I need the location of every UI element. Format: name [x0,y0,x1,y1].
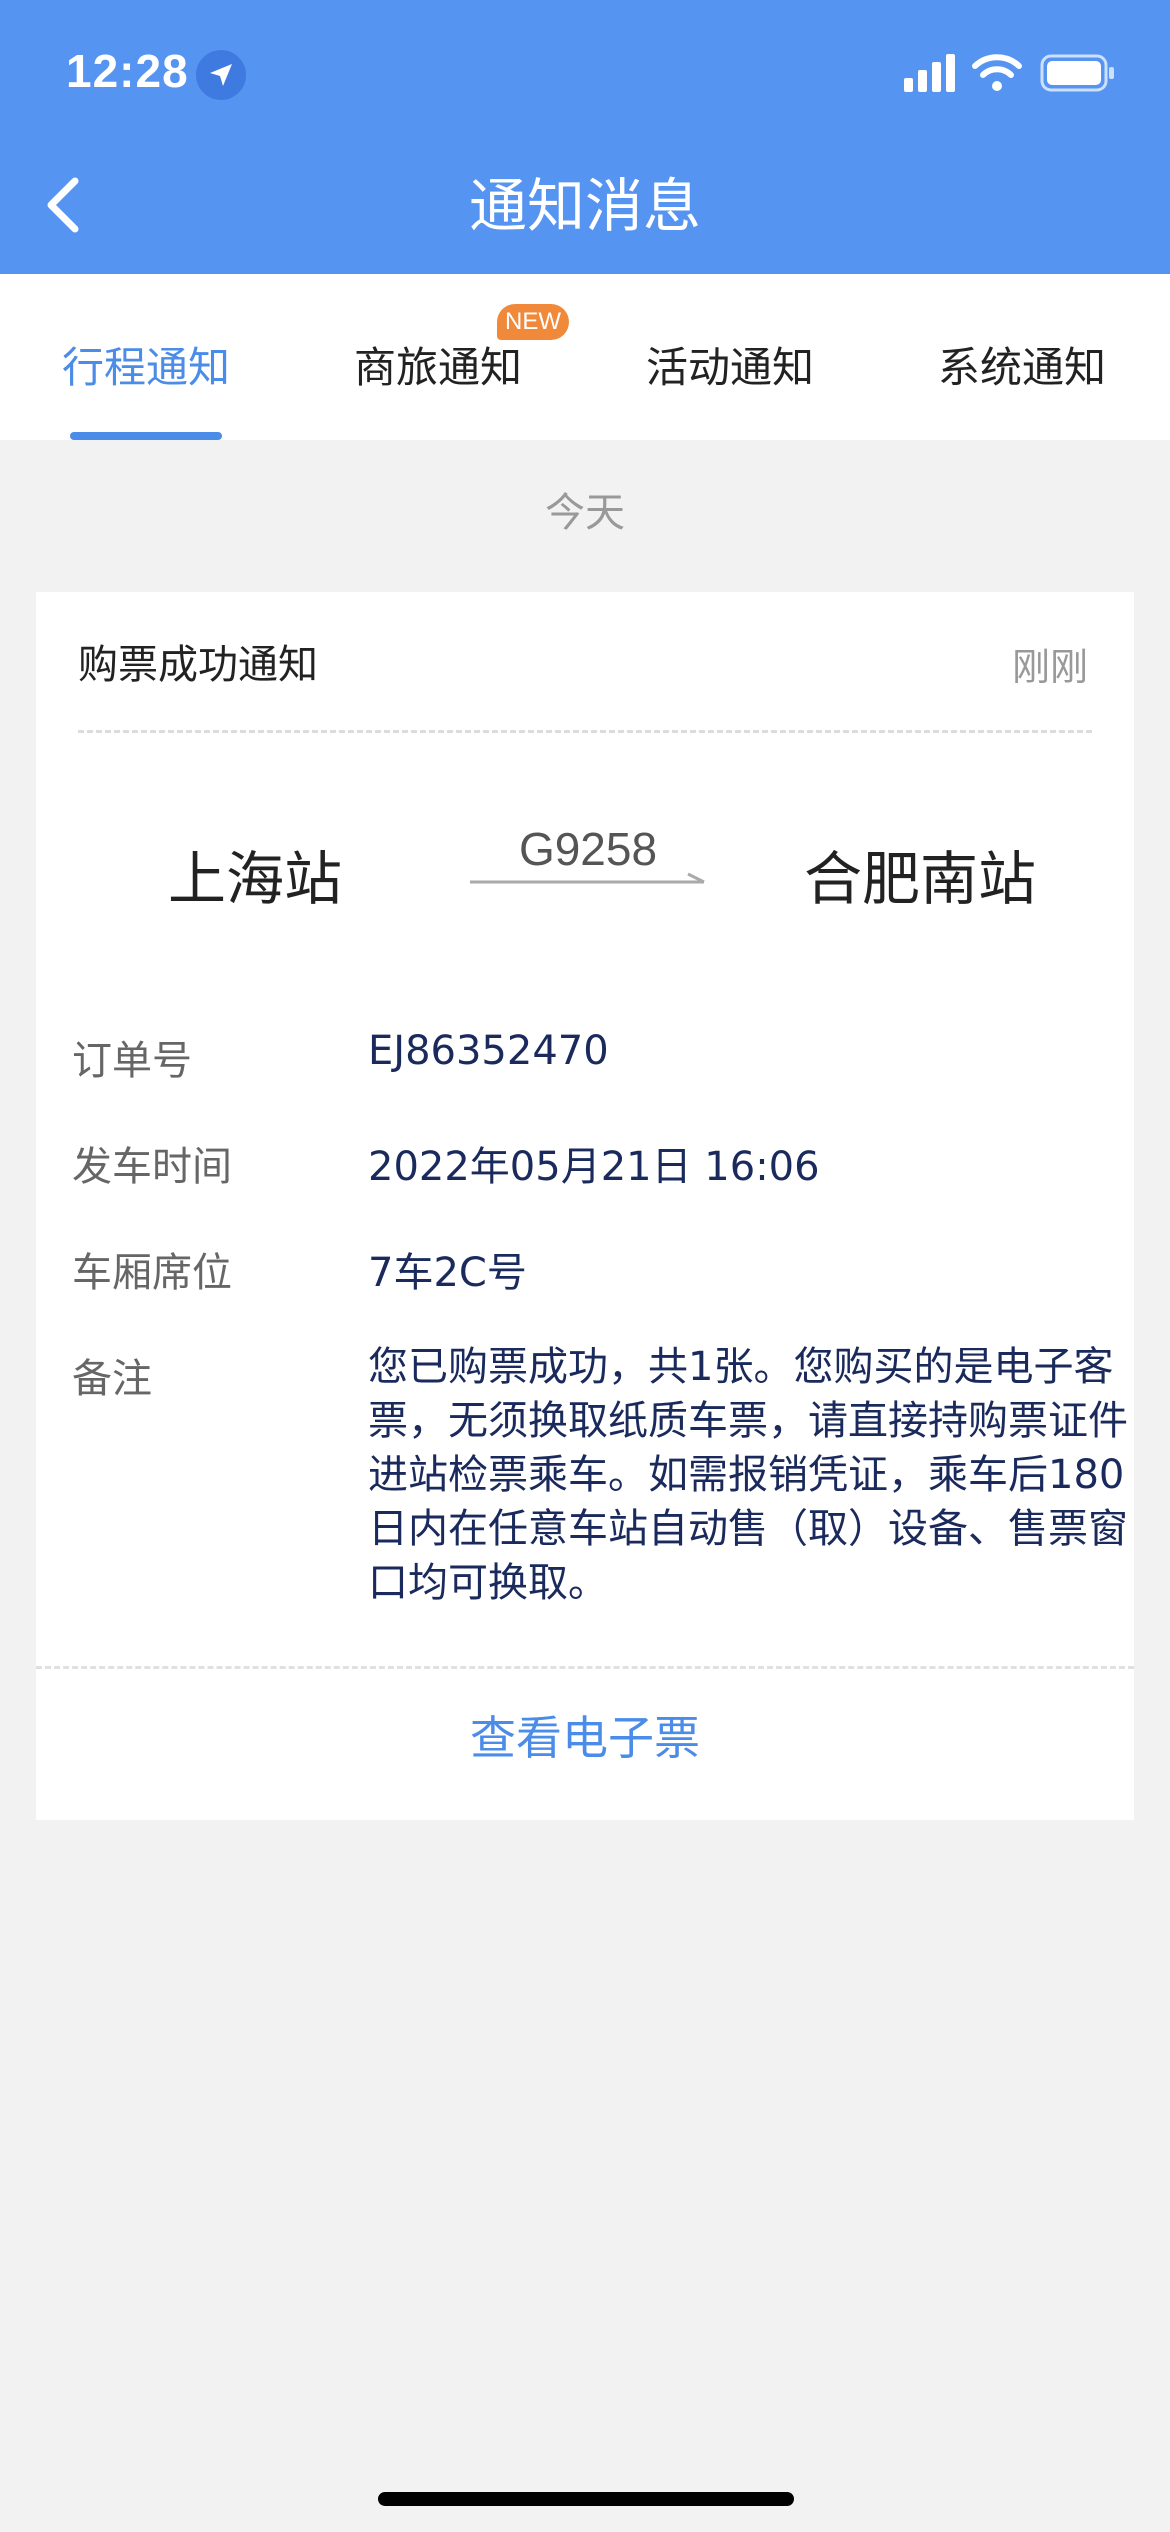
order-label: 订单号 [72,1038,192,1084]
seat-value: 7车2C号 [368,1250,527,1296]
note-label: 备注 [72,1356,152,1402]
from-station: 上海站 [168,845,343,913]
location-arrow-icon [196,50,246,100]
notification-card: 购票成功通知 刚刚 上海站 G9258 合肥南站 订单号 EJ86352470 … [36,592,1134,1820]
app-header: 12:28 通知消息 [0,0,1170,274]
date-group-label: 今天 [545,490,625,536]
to-station: 合肥南站 [804,845,1037,913]
active-tab-indicator [70,432,222,440]
note-value: 您已购票成功，共1张。您购买的是电子客票，无须换取纸质车票，请直接持购票证件进站… [368,1344,1128,1606]
tab-bar: 行程通知 商旅通知 NEW 活动通知 系统通知 [0,274,1170,440]
depart-value: 2022年05月21日 16:06 [368,1144,820,1190]
wifi-icon [972,52,1022,96]
card-title: 购票成功通知 [78,642,318,688]
home-indicator[interactable] [378,2492,794,2506]
divider [36,1666,1134,1669]
page-title: 通知消息 [468,172,701,240]
seat-label: 车厢席位 [72,1250,232,1296]
tab-activity-notice[interactable]: 活动通知 [630,328,830,408]
tab-business-notice[interactable]: 商旅通知 [338,328,538,408]
status-time: 12:28 [66,45,189,97]
new-badge: NEW [497,304,569,340]
divider [78,730,1092,733]
view-e-ticket-button[interactable]: 查看电子票 [36,1702,1134,1768]
tab-system-notice[interactable]: 系统通知 [922,328,1122,408]
tab-trip-notice[interactable]: 行程通知 [46,328,246,408]
route-arrow-icon [468,872,708,896]
card-time: 刚刚 [1011,645,1088,689]
battery-icon [1040,54,1116,96]
depart-label: 发车时间 [72,1144,232,1190]
cellular-signal-icon [904,54,958,98]
train-number: G9258 [518,823,658,875]
order-value: EJ86352470 [368,1028,609,1074]
